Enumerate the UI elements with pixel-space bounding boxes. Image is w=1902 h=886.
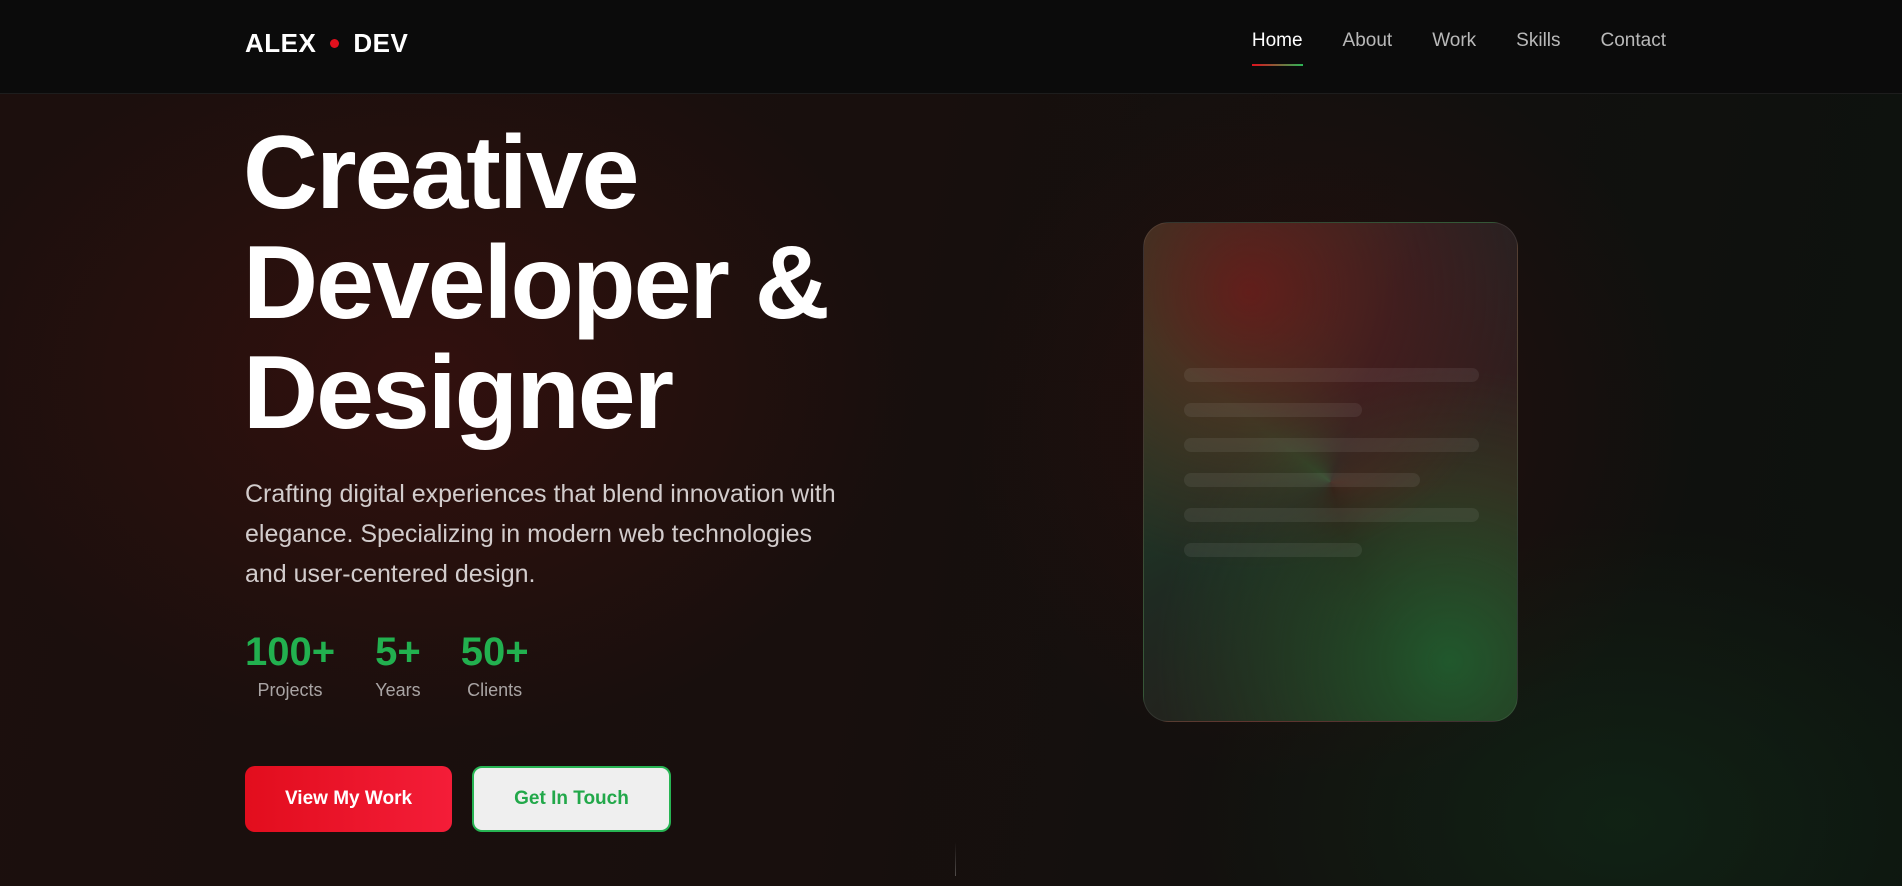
placeholder-line: [1184, 508, 1479, 522]
stat-value: 100+: [245, 630, 336, 674]
hero-subtitle: Crafting digital experiences that blend …: [245, 480, 836, 588]
get-in-touch-button[interactable]: Get In Touch: [472, 766, 671, 832]
hero-visual-card: [1143, 222, 1518, 722]
placeholder-line: [1184, 403, 1362, 417]
placeholder-line: [1184, 368, 1479, 382]
stat-clients: 50+ Clients: [461, 628, 529, 701]
placeholder-line: [1184, 473, 1420, 487]
nav-home[interactable]: Home: [1251, 30, 1303, 66]
logo-text-left: ALEX: [245, 28, 317, 58]
stat-value: 5+: [375, 630, 421, 674]
stats-row: 100+ Projects 5+ Years 50+ Clients: [245, 628, 529, 701]
nav-contact[interactable]: Contact: [1601, 30, 1666, 66]
logo-text-right: DEV: [353, 28, 409, 58]
stat-label: Clients: [467, 680, 523, 700]
hero-title: Creative Developer & Designer: [243, 115, 830, 451]
site-header: ALEX DEV Home About Work Skills Contact: [0, 0, 1902, 94]
view-my-work-button[interactable]: View My Work: [245, 766, 452, 832]
main-nav: Home About Work Skills Contact: [1251, 30, 1666, 66]
nav-work[interactable]: Work: [1432, 30, 1476, 66]
stat-label: Projects: [257, 680, 323, 700]
stat-label: Years: [375, 680, 421, 700]
hero-title-line: Designer: [243, 335, 674, 451]
nav-skills[interactable]: Skills: [1516, 30, 1560, 66]
logo[interactable]: ALEX DEV: [245, 28, 408, 59]
stat-projects: 100+ Projects: [245, 628, 335, 701]
placeholder-line: [1184, 438, 1479, 452]
hero-title-line: Developer &: [243, 225, 830, 341]
placeholder-line: [1184, 543, 1362, 557]
scroll-indicator: [955, 842, 956, 876]
nav-about[interactable]: About: [1343, 30, 1393, 66]
stat-value: 50+: [460, 630, 529, 674]
hero-title-line: Creative: [243, 115, 639, 231]
logo-dot-icon: [330, 39, 340, 48]
stat-years: 5+ Years: [375, 628, 421, 701]
